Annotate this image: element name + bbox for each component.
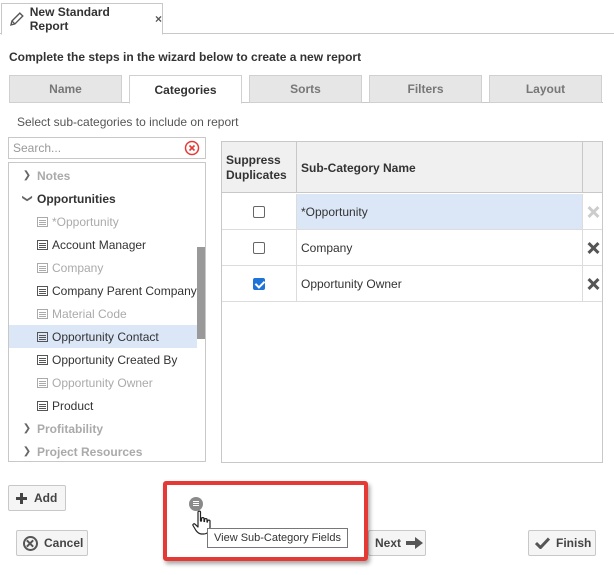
header-subcategory-name: Sub-Category Name bbox=[297, 142, 583, 193]
remove-cell bbox=[583, 194, 602, 229]
tree-field-label: Material Code bbox=[52, 306, 127, 321]
next-button[interactable]: Next bbox=[368, 530, 426, 556]
field-list-icon bbox=[37, 377, 48, 388]
field-list-icon bbox=[37, 400, 48, 411]
tree-field-opportunity-created-by[interactable]: Opportunity Created By bbox=[9, 348, 197, 371]
checkmark-icon bbox=[535, 537, 550, 549]
tab-name[interactable]: Name bbox=[9, 75, 122, 103]
tree-field-opportunity[interactable]: *Opportunity bbox=[9, 210, 197, 233]
tree-field-label: Company Parent Company bbox=[52, 283, 197, 298]
remove-cell bbox=[583, 266, 602, 301]
suppress-cell bbox=[222, 230, 297, 265]
suppress-checkbox[interactable] bbox=[253, 205, 265, 218]
field-list-icon bbox=[37, 239, 48, 250]
tab-sorts[interactable]: Sorts bbox=[249, 75, 362, 103]
document-tab-strip: New Standard Report × bbox=[0, 0, 614, 35]
tree-field-company[interactable]: Company bbox=[9, 256, 197, 279]
suppress-cell bbox=[222, 266, 297, 301]
field-list-icon bbox=[37, 262, 48, 273]
tooltip: View Sub-Category Fields bbox=[207, 528, 348, 548]
tree-field-account-manager[interactable]: Account Manager bbox=[9, 233, 197, 256]
field-list-icon bbox=[37, 308, 48, 319]
add-button-label: Add bbox=[34, 491, 58, 505]
tab-layout[interactable]: Layout bbox=[489, 75, 602, 103]
tree-category-profitability[interactable]: ❯ Profitability bbox=[9, 417, 197, 440]
field-list-icon bbox=[37, 331, 48, 342]
cancel-button-label: Cancel bbox=[44, 536, 84, 550]
tree-field-label: Product bbox=[52, 398, 94, 413]
next-button-label: Next bbox=[375, 536, 402, 550]
field-list-icon bbox=[37, 285, 48, 296]
selected-subcategories-grid: Suppress Duplicates Sub-Category Name *Op… bbox=[221, 141, 603, 463]
tree-category-project-resources[interactable]: ❯ Project Resources bbox=[9, 440, 197, 461]
view-subcategory-fields-icon[interactable] bbox=[189, 497, 203, 511]
tree-category-label: Notes bbox=[37, 168, 71, 183]
tree-field-label: Opportunity Contact bbox=[52, 329, 159, 344]
close-tab-icon[interactable]: × bbox=[155, 12, 162, 26]
finish-button-label: Finish bbox=[556, 536, 592, 550]
header-suppress-line1: Suppress bbox=[226, 152, 281, 167]
clear-search-icon[interactable] bbox=[184, 140, 200, 156]
remove-icon bbox=[587, 206, 599, 218]
tree-field-label: Company bbox=[52, 260, 104, 275]
subcategory-name-cell[interactable]: Opportunity Owner bbox=[297, 266, 583, 301]
cancel-icon bbox=[23, 535, 38, 551]
tree-category-label: Profitability bbox=[37, 421, 104, 436]
table-row: *Opportunity bbox=[222, 194, 602, 230]
tree-field-product[interactable]: Product bbox=[9, 394, 197, 417]
search-box bbox=[8, 137, 206, 159]
tree-field-label: Opportunity Created By bbox=[52, 352, 178, 367]
tree-field-opportunity-owner[interactable]: Opportunity Owner bbox=[9, 371, 197, 394]
add-button[interactable]: Add bbox=[8, 485, 66, 511]
header-suppress-line2: Duplicates bbox=[226, 167, 287, 182]
subcategory-name-cell[interactable]: *Opportunity bbox=[297, 194, 583, 229]
subcategory-name-cell[interactable]: Company bbox=[297, 230, 583, 265]
chevron-right-icon[interactable]: ❯ bbox=[21, 423, 33, 434]
tree-field-company-parent-company[interactable]: Company Parent Company bbox=[9, 279, 197, 302]
table-row: Opportunity Owner bbox=[222, 266, 602, 302]
subcategory-prompt: Select sub-categories to include on repo… bbox=[17, 115, 239, 129]
tree-scrollbar-thumb[interactable] bbox=[197, 247, 205, 339]
suppress-checkbox[interactable] bbox=[253, 241, 265, 254]
field-list-icon bbox=[37, 216, 48, 227]
tree-field-label: *Opportunity bbox=[52, 214, 119, 229]
tree-category-label: Project Resources bbox=[37, 444, 143, 459]
suppress-checkbox[interactable] bbox=[253, 277, 265, 290]
tree-category-notes[interactable]: ❯ Notes bbox=[9, 164, 197, 187]
tree-field-label: Account Manager bbox=[52, 237, 147, 252]
search-input[interactable] bbox=[9, 138, 179, 158]
tree-field-label: Opportunity Owner bbox=[52, 375, 153, 390]
wizard-tabs: Name Categories Sorts Filters Layout bbox=[9, 75, 603, 104]
wizard-instructions: Complete the steps in the wizard below t… bbox=[9, 50, 362, 64]
suppress-cell bbox=[222, 194, 297, 229]
arrow-right-icon bbox=[406, 537, 424, 549]
pencil-icon bbox=[10, 12, 24, 26]
field-list-icon bbox=[37, 354, 48, 365]
grid-header: Suppress Duplicates Sub-Category Name bbox=[222, 142, 602, 193]
finish-button[interactable]: Finish bbox=[528, 530, 596, 556]
tree-category-opportunities[interactable]: ❯ Opportunities bbox=[9, 187, 197, 210]
plus-icon bbox=[15, 492, 28, 505]
doc-tab-new-standard-report[interactable]: New Standard Report × bbox=[1, 3, 163, 35]
cancel-button[interactable]: Cancel bbox=[16, 530, 88, 556]
chevron-right-icon[interactable]: ❯ bbox=[21, 170, 33, 181]
remove-cell bbox=[583, 230, 602, 265]
tab-filters[interactable]: Filters bbox=[369, 75, 482, 103]
tree-category-label: Opportunities bbox=[37, 191, 116, 206]
chevron-right-icon[interactable]: ❯ bbox=[21, 446, 33, 457]
tree-field-material-code[interactable]: Material Code bbox=[9, 302, 197, 325]
tab-categories[interactable]: Categories bbox=[129, 75, 242, 104]
remove-icon[interactable] bbox=[587, 278, 599, 290]
header-suppress-duplicates: Suppress Duplicates bbox=[222, 142, 297, 193]
tree-field-opportunity-contact[interactable]: Opportunity Contact bbox=[9, 325, 197, 348]
table-row: Company bbox=[222, 230, 602, 266]
subcategory-tree[interactable]: ❯ Notes ❯ Opportunities *Opportunity Acc… bbox=[8, 162, 206, 462]
remove-icon[interactable] bbox=[587, 242, 599, 254]
doc-tab-title: New Standard Report bbox=[29, 5, 110, 33]
chevron-down-icon[interactable]: ❯ bbox=[22, 193, 33, 205]
